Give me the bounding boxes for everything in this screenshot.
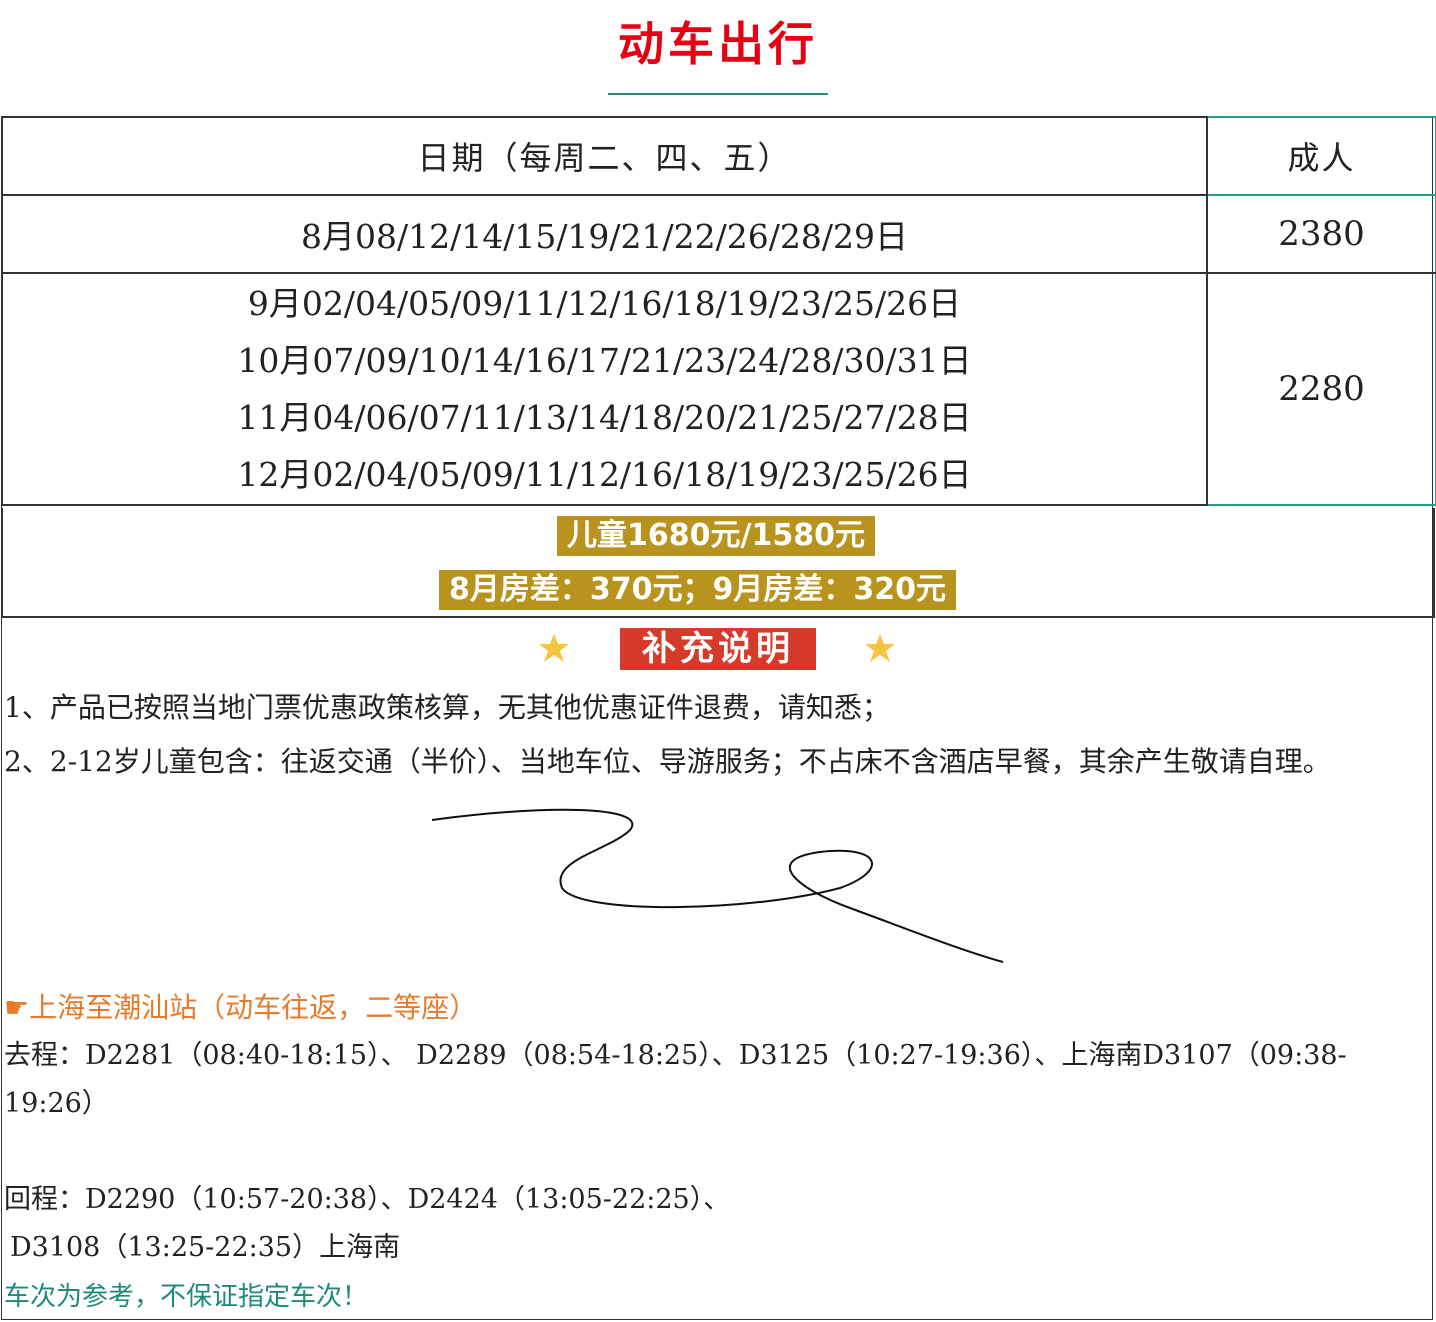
star-icon	[865, 634, 895, 662]
row-dates: 9月02/04/05/09/11/12/16/18/19/23/25/26日 1…	[1, 272, 1208, 506]
row-price: 2380	[1206, 194, 1436, 274]
date-line: 10月07/09/10/14/16/17/21/23/24/28/30/31日	[237, 341, 972, 380]
train-disclaimer: 车次为参考，不保证指定车次！	[4, 1282, 369, 1312]
supplement-note: 1、产品已按照当地门票优惠政策核算，无其他优惠证件退费，请知悉；	[4, 691, 890, 724]
header-adult: 成人	[1206, 116, 1436, 196]
extras-box: 儿童1680元/1580元 8月房差：370元；9月房差：320元	[1, 508, 1435, 618]
child-price-badge: 儿童1680元/1580元	[557, 516, 875, 556]
price-table: 日期（每周二、四、五） 成人 8月08/12/14/15/19/21/22/26…	[1, 116, 1436, 506]
return-trains-line1: 回程：D2290（10:57-20:38）、D2424（13:05-22:25）…	[4, 1184, 731, 1215]
return-trains-line2: D3108（13:25-22:35）上海南	[10, 1232, 401, 1263]
date-line: 12月02/04/05/09/11/12/16/18/19/23/25/26日	[237, 455, 972, 494]
date-line: 11月04/06/07/11/13/14/18/20/21/25/27/28日	[237, 398, 972, 437]
header-date: 日期（每周二、四、五）	[1, 116, 1208, 196]
row-date: 8月08/12/14/15/19/21/22/26/28/29日	[1, 194, 1208, 274]
outbound-trains: 去程：D2281（08:40-18:15）、 D2289（08:54-18:25…	[4, 1040, 1347, 1119]
supplement-note: 2、2-12岁儿童包含：往返交通（半价）、当地车位、导游服务；不占床不含酒店早餐…	[4, 745, 1331, 778]
table-row: 8月08/12/14/15/19/21/22/26/28/29日 2380	[1, 194, 1436, 274]
row-price: 2280	[1206, 272, 1436, 506]
table-header-row: 日期（每周二、四、五） 成人	[1, 116, 1436, 196]
room-diff-badge: 8月房差：370元；9月房差：320元	[439, 570, 956, 610]
signature-scribble	[431, 808, 1004, 963]
page-title: 动车出行	[618, 17, 818, 71]
supplement-heading: 补充说明	[620, 628, 816, 670]
supplement-header: 补充说明	[0, 628, 1436, 670]
date-line: 9月02/04/05/09/11/12/16/18/19/23/25/26日	[247, 284, 962, 323]
title-divider	[608, 93, 828, 95]
train-section-title: ☛上海至潮汕站（动车往返，二等座）	[4, 991, 478, 1024]
table-row: 9月02/04/05/09/11/12/16/18/19/23/25/26日 1…	[1, 272, 1436, 506]
star-icon	[539, 634, 569, 662]
